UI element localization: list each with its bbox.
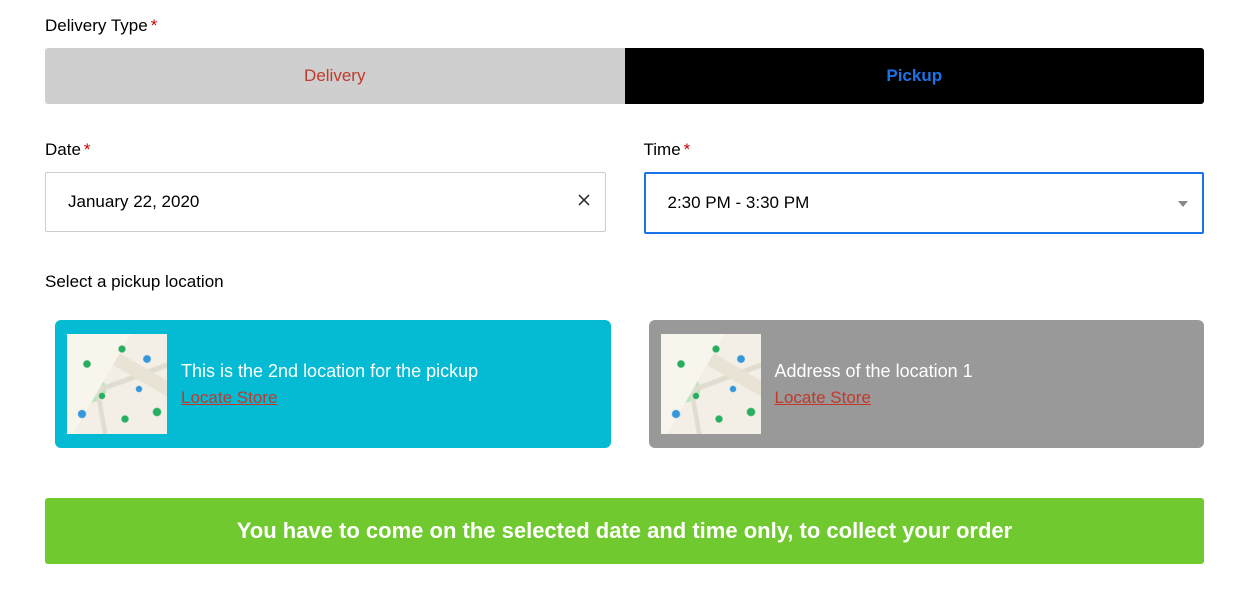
date-label: Date* bbox=[45, 140, 606, 160]
locate-store-link[interactable]: Locate Store bbox=[181, 388, 478, 408]
map-thumb-icon bbox=[661, 334, 761, 434]
location-title: Address of the location 1 bbox=[775, 361, 973, 382]
time-column: Time* 2:30 PM - 3:30 PM bbox=[644, 140, 1205, 234]
notice-banner: You have to come on the selected date an… bbox=[45, 498, 1204, 564]
pickup-location-card-2[interactable]: Address of the location 1 Locate Store bbox=[649, 320, 1205, 448]
location-title: This is the 2nd location for the pickup bbox=[181, 361, 478, 382]
delivery-type-toggle: Delivery Pickup bbox=[45, 48, 1204, 104]
delivery-type-label: Delivery Type* bbox=[45, 16, 1204, 36]
required-asterisk: * bbox=[684, 140, 691, 159]
time-select[interactable]: 2:30 PM - 3:30 PM bbox=[644, 172, 1205, 234]
delivery-tab[interactable]: Delivery bbox=[45, 48, 625, 104]
pickup-tab[interactable]: Pickup bbox=[625, 48, 1205, 104]
required-asterisk: * bbox=[84, 140, 91, 159]
map-thumb-icon bbox=[67, 334, 167, 434]
pickup-location-card-1[interactable]: This is the 2nd location for the pickup … bbox=[55, 320, 611, 448]
pickup-location-heading: Select a pickup location bbox=[45, 272, 1204, 292]
date-column: Date* bbox=[45, 140, 606, 234]
date-input[interactable] bbox=[45, 172, 606, 232]
clear-date-icon[interactable] bbox=[578, 193, 590, 211]
locate-store-link[interactable]: Locate Store bbox=[775, 388, 973, 408]
time-label: Time* bbox=[644, 140, 1205, 160]
required-asterisk: * bbox=[151, 16, 158, 35]
